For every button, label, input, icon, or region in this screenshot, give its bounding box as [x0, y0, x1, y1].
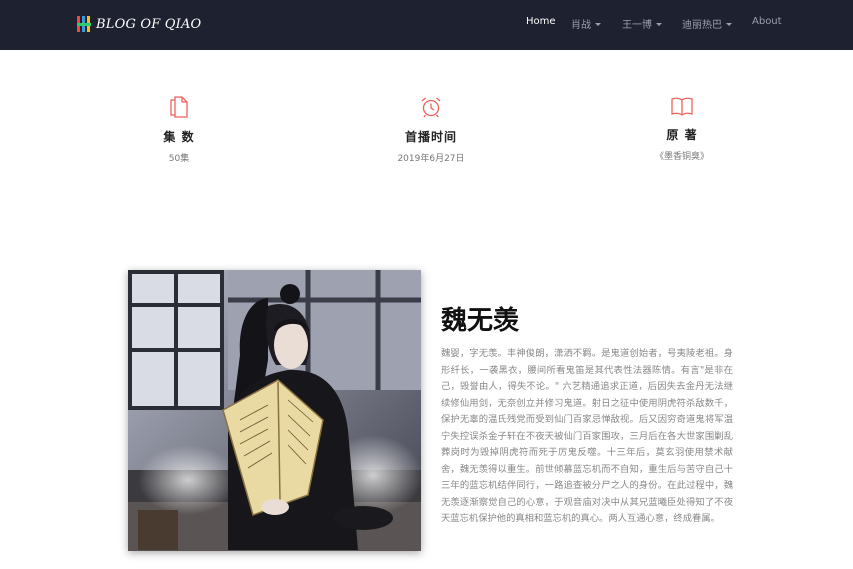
brand-link[interactable]: BLOG OF QIAO	[77, 14, 201, 34]
nav-about-label: About	[752, 16, 782, 27]
brand-title: BLOG OF QIAO	[96, 16, 202, 32]
feature-premiere: 首播时间 2019年6月27日	[351, 96, 511, 164]
nav-dilireba-label: 迪丽热巴	[682, 20, 722, 31]
caret-down-icon	[726, 22, 732, 26]
feature-title: 原 著	[666, 128, 698, 142]
nav-wangyibo-dropdown[interactable]: 王一博	[622, 16, 662, 31]
nav-dilireba-dropdown[interactable]: 迪丽热巴	[682, 16, 732, 31]
nav-xiaozhan-dropdown[interactable]: 肖战	[571, 16, 601, 31]
feature-title: 首播时间	[404, 130, 457, 144]
feature-episodes: 集 数 50集	[99, 96, 259, 164]
feature-title: 集 数	[163, 130, 195, 144]
nav-home-label: Home	[526, 16, 556, 27]
feature-value: 《墨香铜臭》	[654, 152, 709, 162]
brand-logo-icon	[77, 16, 91, 32]
caret-down-icon	[656, 22, 662, 26]
nav-about[interactable]: About	[752, 16, 782, 27]
feature-original-work: 原 著 《墨香铜臭》	[602, 96, 762, 162]
document-icon	[170, 96, 188, 118]
character-name: 魏无羡	[441, 306, 520, 336]
nav-xiaozhan-label: 肖战	[571, 20, 591, 31]
nav-wangyibo-label: 王一博	[622, 20, 652, 31]
nav-home[interactable]: Home	[526, 16, 556, 27]
character-description: 魏婴，字无羡。丰神俊朗，潇洒不羁。是鬼道创始者，号夷陵老祖。身形纤长，一袭黑衣，…	[441, 348, 733, 524]
alarm-clock-icon	[421, 97, 441, 118]
navbar: BLOG OF QIAO Home 肖战 王一博 迪丽热巴 About	[0, 0, 853, 50]
feature-value: 2019年6月27日	[397, 154, 465, 164]
character-photo	[128, 270, 421, 551]
caret-down-icon	[595, 22, 601, 26]
book-icon	[671, 97, 693, 116]
feature-value: 50集	[168, 154, 190, 164]
